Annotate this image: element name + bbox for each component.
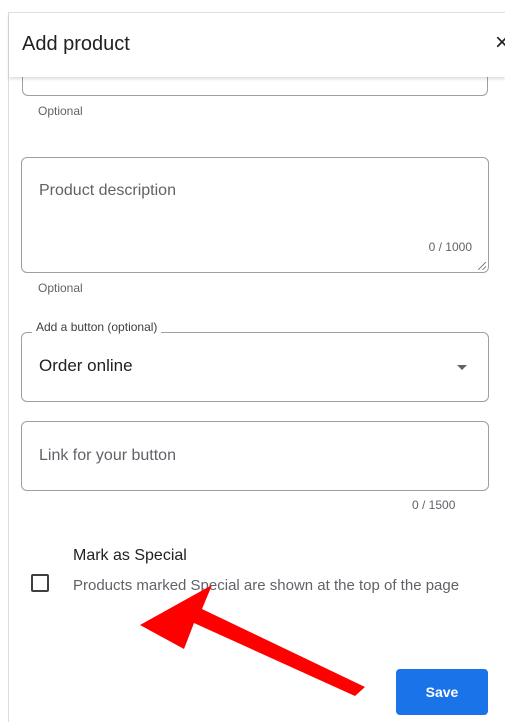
previous-field-helper: Optional — [38, 104, 83, 118]
close-icon[interactable]: × — [495, 31, 505, 55]
annotation-arrow-shape — [140, 585, 365, 696]
product-description-helper: Optional — [38, 281, 83, 295]
product-description-placeholder: Product description — [39, 182, 176, 199]
resize-grip-icon[interactable] — [478, 262, 486, 270]
mark-special-title: Mark as Special — [73, 547, 187, 564]
product-description-input[interactable]: Product description 0 / 1000 — [21, 157, 489, 273]
button-type-select[interactable]: Order online — [21, 332, 489, 402]
dialog-title: Add product — [22, 33, 130, 55]
button-link-counter: 0 / 1500 — [412, 498, 456, 512]
button-link-input[interactable]: Link for your button — [21, 421, 489, 491]
dialog-header: Add product × — [9, 12, 505, 77]
annotation-arrow-icon — [140, 585, 365, 696]
button-link-placeholder: Link for your button — [39, 447, 176, 464]
chevron-down-icon[interactable] — [457, 365, 467, 370]
add-product-dialog: Add product × Optional Product descripti… — [0, 0, 505, 722]
save-button[interactable]: Save — [396, 669, 488, 715]
product-description-counter: 0 / 1000 — [428, 240, 472, 254]
dialog-left-border — [8, 12, 9, 722]
button-type-value: Order online — [39, 356, 133, 375]
button-type-label: Add a button (optional) — [32, 320, 162, 334]
mark-special-checkbox[interactable] — [31, 574, 49, 592]
